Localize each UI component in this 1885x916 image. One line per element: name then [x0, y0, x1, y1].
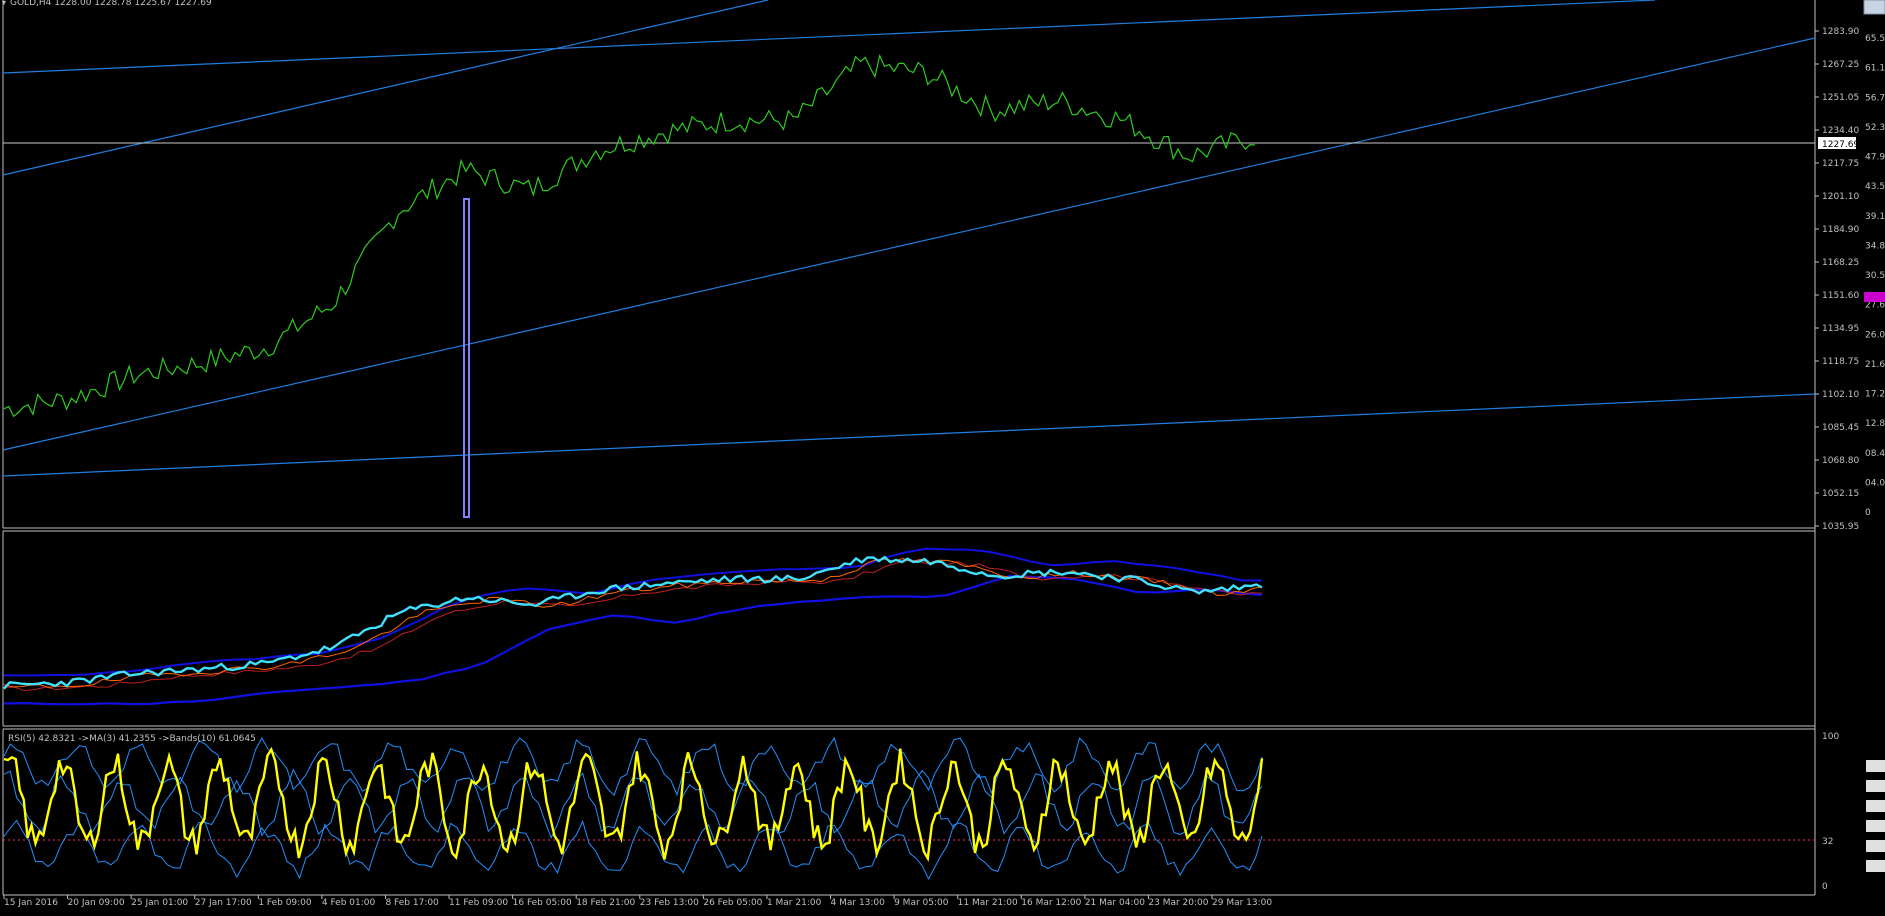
header-arrow-icon: ▾	[2, 0, 6, 7]
time-axis-label: 11 Feb 09:00	[449, 898, 508, 908]
price-axis-label: 1102.10	[1822, 390, 1859, 400]
highlight-level-marker	[1864, 292, 1885, 302]
price-axis-label: 1085.45	[1822, 423, 1859, 433]
price-axis-label: 1134.95	[1822, 324, 1859, 334]
secondary-axis-label: 56.7	[1865, 93, 1885, 103]
time-axis-label: 1 Feb 09:00	[258, 898, 312, 908]
price-axis-label: 1234.40	[1822, 126, 1859, 136]
secondary-axis-label: 65.5	[1865, 34, 1885, 44]
price-axis-label: 1217.75	[1822, 159, 1859, 169]
svg-text:1227.69: 1227.69	[1822, 140, 1859, 150]
price-axis-label: 1068.80	[1822, 456, 1859, 466]
price-axis-label: 1283.90	[1822, 27, 1859, 37]
secondary-axis-label: 30.5	[1865, 271, 1885, 281]
price-axis-label: 1267.25	[1822, 60, 1859, 70]
secondary-axis-label: 43.5	[1865, 182, 1885, 192]
time-axis-label: 27 Jan 17:00	[195, 898, 252, 908]
secondary-axis-label: 27.6	[1865, 301, 1885, 311]
current-price-label: 1227.69	[1818, 137, 1859, 150]
secondary-axis-label: 04.0	[1865, 478, 1885, 488]
price-axis-label: 1118.75	[1822, 357, 1859, 367]
right-edge-button[interactable]	[1863, 0, 1885, 15]
secondary-axis-label: 52.3	[1865, 123, 1885, 133]
trading-chart[interactable]: GOLD,H4 1228.00 1228.78 1225.67 1227.69 …	[0, 0, 1885, 916]
price-axis-label: 1251.05	[1822, 93, 1859, 103]
price-axis-label: 1052.15	[1822, 489, 1859, 499]
symbol-header: GOLD,H4 1228.00 1228.78 1225.67 1227.69	[10, 0, 212, 8]
secondary-axis-label: 12.8	[1865, 419, 1885, 429]
time-axis-label: 8 Feb 17:00	[385, 898, 439, 908]
secondary-axis-label: 21.6	[1865, 360, 1885, 370]
time-axis-label: 29 Mar 13:00	[1212, 898, 1272, 908]
secondary-axis-label: 08.4	[1865, 449, 1885, 459]
time-axis-label: 23 Feb 13:00	[640, 898, 699, 908]
rsi-axis-bottom: 0	[1822, 882, 1828, 892]
time-axis-label: 4 Feb 01:00	[322, 898, 376, 908]
secondary-axis-label: 0	[1865, 508, 1871, 518]
time-axis-label: 1 Mar 21:00	[767, 898, 822, 908]
time-axis-label: 25 Jan 01:00	[131, 898, 188, 908]
time-axis-label: 18 Feb 21:00	[576, 898, 635, 908]
secondary-axis-label: 47.9	[1865, 153, 1885, 163]
time-axis-label: 15 Jan 2016	[4, 898, 58, 908]
secondary-axis-label: 34.8	[1865, 241, 1885, 251]
time-axis-label: 26 Feb 05:00	[703, 898, 762, 908]
price-axis-label: 1168.25	[1822, 258, 1859, 268]
time-axis-label: 20 Jan 09:00	[68, 898, 125, 908]
time-axis-label: 4 Mar 13:00	[831, 898, 886, 908]
price-axis-label: 1184.90	[1822, 225, 1859, 235]
time-axis-label: 23 Mar 20:00	[1148, 898, 1208, 908]
time-axis-label: 16 Feb 05:00	[513, 898, 572, 908]
price-axis-label: 1201.10	[1822, 192, 1859, 202]
time-axis-label: 16 Mar 12:00	[1021, 898, 1081, 908]
price-axis-label: 1151.60	[1822, 291, 1859, 301]
secondary-axis-label: 61.1	[1865, 64, 1885, 74]
secondary-axis-label: 39.1	[1865, 212, 1885, 222]
time-axis-label: 21 Mar 04:00	[1085, 898, 1145, 908]
rsi-axis-top: 100	[1822, 732, 1839, 742]
time-axis-label: 11 Mar 21:00	[958, 898, 1018, 908]
rsi-axis-mid: 32	[1822, 837, 1833, 847]
secondary-axis-label: 26.0	[1865, 330, 1885, 340]
price-axis-label: 1035.95	[1822, 522, 1859, 532]
time-axis-label: 9 Mar 05:00	[894, 898, 949, 908]
rsi-header: RSI(5) 42.8321 ->MA(3) 41.2355 ->Bands(1…	[8, 734, 256, 744]
secondary-axis-label: 17.2	[1865, 390, 1885, 400]
